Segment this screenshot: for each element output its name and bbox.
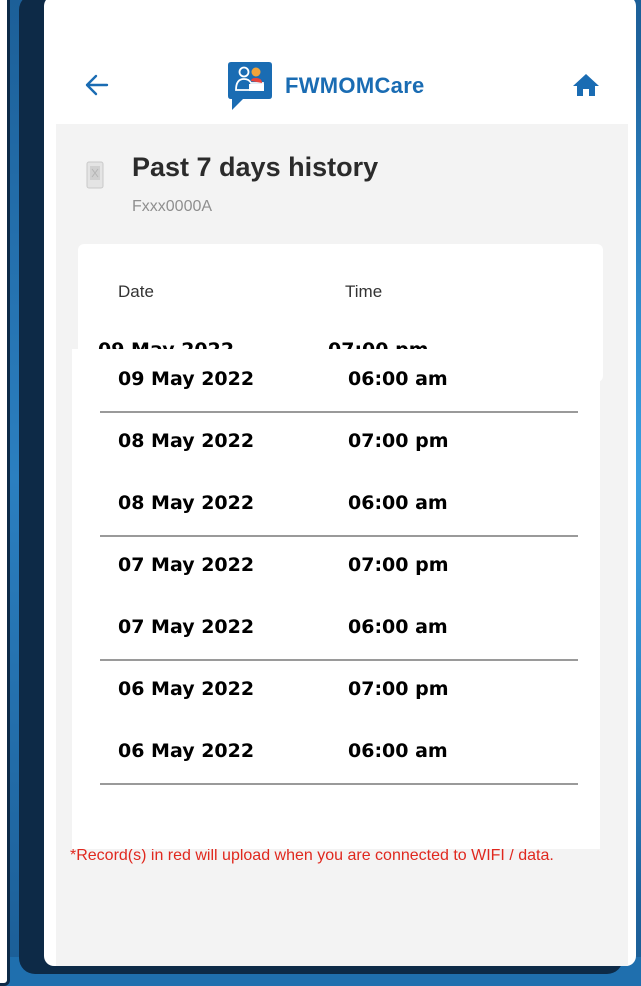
back-button[interactable] (82, 70, 112, 100)
record-time: 06:00 am (348, 368, 448, 390)
table-row: 08 May 2022 06:00 am (72, 473, 552, 535)
record-time: 07:00 pm (348, 554, 449, 576)
date-column-header: Date (118, 282, 154, 301)
record-date: 08 May 2022 (118, 430, 255, 452)
record-date: 07 May 2022 (118, 554, 255, 576)
row-divider (100, 783, 578, 785)
upload-note: *Record(s) in red will upload when you a… (70, 847, 554, 864)
table-row: 07 May 2022 06:00 am (72, 597, 552, 659)
table-row: 06 May 2022 07:00 pm (72, 659, 552, 721)
top-bar: FWMOMCare (44, 54, 636, 118)
record-date: 07 May 2022 (118, 616, 255, 638)
home-button[interactable] (571, 70, 601, 100)
arrow-left-icon (85, 74, 109, 96)
table-row: 06 May 2022 06:00 am (72, 721, 552, 783)
device-icon (86, 161, 104, 189)
history-list: 09 May 2022 06:00 am 08 May 2022 07:00 p… (72, 349, 600, 849)
app-screen: FWMOMCare Past 7 days history Fxxx0000A … (44, 0, 636, 966)
adjacent-screen-frame (0, 0, 10, 986)
record-time: 06:00 am (348, 492, 448, 514)
phone-frame: FWMOMCare Past 7 days history Fxxx0000A … (19, 0, 636, 974)
app-logo: FWMOMCare (227, 60, 425, 112)
record-date: 08 May 2022 (118, 492, 255, 514)
record-date: 06 May 2022 (118, 740, 255, 762)
record-date: 06 May 2022 (118, 678, 255, 700)
table-row: 09 May 2022 06:00 am (72, 349, 552, 411)
time-column-header: Time (345, 282, 383, 301)
app-name: FWMOMCare (285, 73, 425, 98)
record-time: 06:00 am (348, 616, 448, 638)
home-icon (573, 74, 599, 96)
record-date: 09 May 2022 (118, 368, 255, 390)
table-row: 07 May 2022 07:00 pm (72, 535, 552, 597)
logo-icon (228, 62, 272, 110)
record-time: 07:00 pm (348, 430, 449, 452)
record-time: 07:00 pm (348, 678, 449, 700)
record-time: 06:00 am (348, 740, 448, 762)
device-id: Fxxx0000A (132, 198, 213, 215)
table-row: 08 May 2022 07:00 pm (72, 411, 552, 473)
page-title: Past 7 days history (132, 152, 379, 182)
